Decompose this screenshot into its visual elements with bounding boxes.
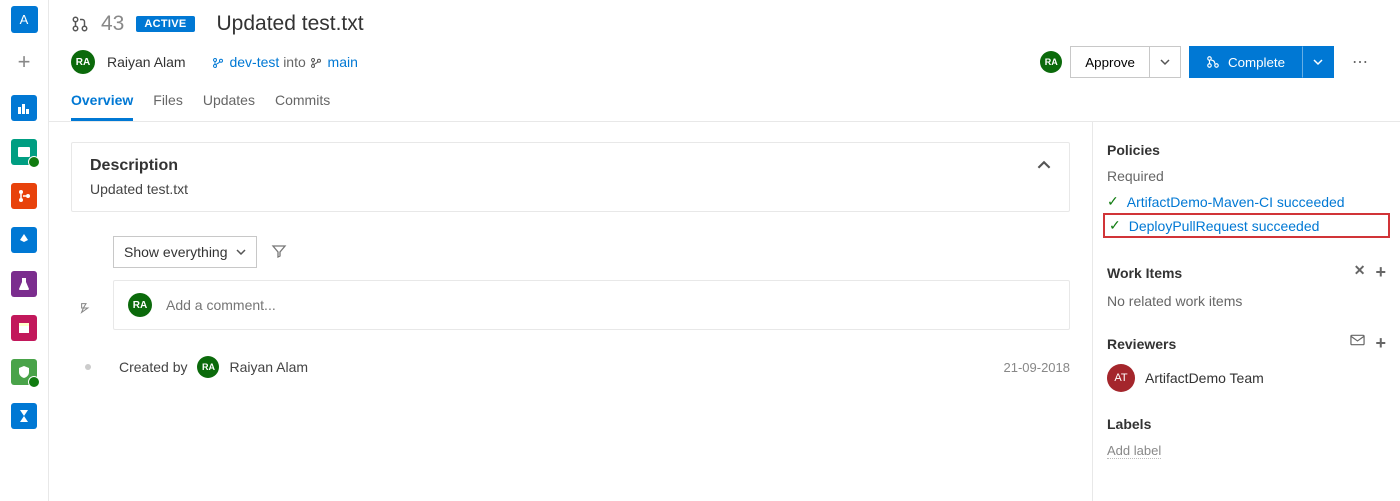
reviewers-section: Reviewers + AT ArtifactDemo Team xyxy=(1107,333,1386,392)
labels-heading: Labels xyxy=(1107,416,1386,432)
check-badge-icon xyxy=(28,376,40,388)
nav-sidebar: A + xyxy=(0,0,49,501)
author-name: Raiyan Alam xyxy=(107,54,186,70)
labels-section: Labels Add label xyxy=(1107,416,1386,459)
add-work-item-icon[interactable]: + xyxy=(1375,262,1386,283)
policies-section: Policies Required ✓ ArtifactDemo-Maven-C… xyxy=(1107,142,1386,238)
approve-button[interactable]: Approve xyxy=(1070,46,1149,78)
work-items-heading: Work Items xyxy=(1107,265,1182,281)
nav-dashboards[interactable] xyxy=(11,95,37,121)
branch-icon xyxy=(310,56,322,70)
comment-avatar: RA xyxy=(128,293,152,317)
tab-overview[interactable]: Overview xyxy=(71,92,133,121)
reviewer-avatar: AT xyxy=(1107,364,1135,392)
add-reviewer-icon[interactable]: + xyxy=(1375,333,1386,354)
description-card: Description Updated test.txt xyxy=(71,142,1070,212)
tab-files[interactable]: Files xyxy=(153,92,183,121)
complete-dropdown[interactable] xyxy=(1302,46,1334,78)
complete-button-group: Complete xyxy=(1189,46,1334,78)
collapse-description-icon[interactable] xyxy=(1037,158,1051,175)
comment-input-box: RA xyxy=(113,280,1070,330)
project-logo[interactable]: A xyxy=(11,6,38,33)
policy-item: ✓ ArtifactDemo-Maven-CI succeeded xyxy=(1107,190,1386,213)
reviewer-name: ArtifactDemo Team xyxy=(1145,370,1264,386)
tab-updates[interactable]: Updates xyxy=(203,92,255,121)
policy-link[interactable]: ArtifactDemo-Maven-CI succeeded xyxy=(1127,194,1345,210)
reviewers-heading: Reviewers xyxy=(1107,336,1176,352)
branch-icon xyxy=(212,56,224,70)
pr-header: 43 ACTIVE Updated test.txt RA Raiyan Ala… xyxy=(49,0,1400,122)
work-items-empty: No related work items xyxy=(1107,293,1386,309)
chevron-down-icon xyxy=(236,247,246,257)
work-items-section: Work Items ✕ + No related work items xyxy=(1107,262,1386,309)
merge-icon xyxy=(1206,55,1220,69)
policies-heading: Policies xyxy=(1107,142,1386,158)
hourglass-icon xyxy=(16,408,32,424)
flask-icon xyxy=(16,276,32,292)
add-label-link[interactable]: Add label xyxy=(1107,443,1161,459)
policy-item: ✓ DeployPullRequest succeeded xyxy=(1103,213,1390,238)
complete-button[interactable]: Complete xyxy=(1189,46,1302,78)
check-badge-icon xyxy=(28,156,40,168)
created-date: 21-09-2018 xyxy=(1004,360,1071,375)
approve-button-group: Approve xyxy=(1070,46,1181,78)
nav-extensions[interactable] xyxy=(11,403,37,429)
right-pane: Policies Required ✓ ArtifactDemo-Maven-C… xyxy=(1092,122,1400,501)
chart-icon xyxy=(16,100,32,116)
nav-test-plans[interactable] xyxy=(11,271,37,297)
close-icon[interactable]: ✕ xyxy=(1354,262,1366,283)
pr-tabs: Overview Files Updates Commits xyxy=(71,92,1378,121)
nav-boards[interactable] xyxy=(11,139,37,165)
reviewer-item[interactable]: AT ArtifactDemo Team xyxy=(1107,364,1386,392)
package-icon xyxy=(16,320,32,336)
timeline-toggle-icon[interactable] xyxy=(71,295,101,315)
chevron-down-icon xyxy=(1313,57,1323,67)
check-icon: ✓ xyxy=(1109,217,1121,234)
author-avatar[interactable]: RA xyxy=(71,50,95,74)
tab-commits[interactable]: Commits xyxy=(275,92,330,121)
show-filter-dropdown[interactable]: Show everything xyxy=(113,236,257,268)
repo-icon xyxy=(16,188,32,204)
add-new-icon[interactable]: + xyxy=(9,47,39,77)
pr-number: 43 xyxy=(101,12,124,36)
pr-status-badge: ACTIVE xyxy=(136,16,194,32)
target-branch-link[interactable]: main xyxy=(328,54,358,70)
rocket-icon xyxy=(16,232,32,248)
comment-input[interactable] xyxy=(166,297,1055,313)
timeline-dot-icon xyxy=(85,364,91,370)
nav-artifacts[interactable] xyxy=(11,315,37,341)
source-branch-link[interactable]: dev-test xyxy=(229,54,279,70)
creator-name: Raiyan Alam xyxy=(229,359,308,375)
nav-pipelines[interactable] xyxy=(11,227,37,253)
pr-title: Updated test.txt xyxy=(217,12,364,36)
into-label: into xyxy=(283,54,306,70)
nav-repos[interactable] xyxy=(11,183,37,209)
created-by-label: Created by xyxy=(119,359,187,375)
approve-dropdown[interactable] xyxy=(1149,46,1181,78)
mail-icon[interactable] xyxy=(1350,333,1365,354)
description-body: Updated test.txt xyxy=(90,181,1051,197)
description-heading: Description xyxy=(90,157,178,175)
more-actions-button[interactable]: ⋯ xyxy=(1342,46,1378,78)
viewer-avatar[interactable]: RA xyxy=(1040,51,1062,73)
policy-link[interactable]: DeployPullRequest succeeded xyxy=(1129,218,1320,234)
chevron-down-icon xyxy=(1160,57,1170,67)
main-pane: 43 ACTIVE Updated test.txt RA Raiyan Ala… xyxy=(49,0,1400,501)
check-icon: ✓ xyxy=(1107,193,1119,210)
required-label: Required xyxy=(1107,168,1386,184)
filter-icon[interactable] xyxy=(271,243,287,262)
pull-request-icon xyxy=(71,15,89,33)
creator-avatar: RA xyxy=(197,356,219,378)
overview-content: Description Updated test.txt Show everyt… xyxy=(49,122,1092,501)
nav-security[interactable] xyxy=(11,359,37,385)
